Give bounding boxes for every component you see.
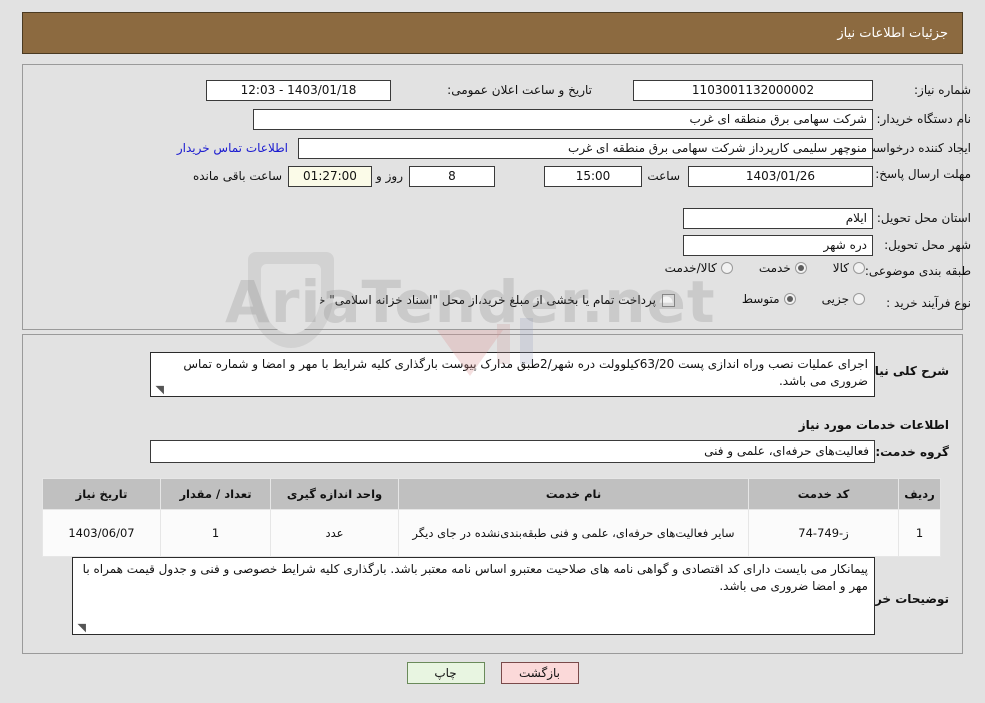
radio-icon[interactable] (853, 262, 865, 274)
process-option-label: متوسط (741, 292, 780, 306)
general-description-value: اجرای عملیات نصب وراه اندازی پست 63/20کی… (183, 357, 868, 388)
process-option-jozi[interactable]: جزیی (822, 292, 865, 306)
service-group-value: فعالیت‌های حرفه‌ای، علمی و فنی (150, 440, 875, 463)
process-option-label: جزیی (821, 292, 849, 306)
need-number-value: 1103001132000002 (633, 80, 873, 101)
col-service-code: کد خدمت (748, 478, 899, 510)
col-row-no: ردیف (898, 478, 941, 510)
cell-row-no: 1 (898, 509, 941, 557)
label-need-number: شماره نیاز: (914, 83, 971, 97)
col-service-name: نام خدمت (398, 478, 749, 510)
process-option-motavaset[interactable]: متوسط (742, 292, 796, 306)
services-section-title: اطلاعات خدمات مورد نیاز (798, 418, 949, 432)
label-category: طبقه بندی موضوعی: (864, 264, 971, 278)
category-option-label: خدمت (758, 261, 791, 275)
action-button-bar: بازگشت چاپ (0, 662, 985, 684)
cell-quantity: 1 (160, 509, 271, 557)
public-announce-value: 12:03 - 1403/01/18 (206, 80, 391, 101)
col-quantity: تعداد / مقدار (160, 478, 271, 510)
services-table: ردیف کد خدمت نام خدمت واحد اندازه گیری ت… (42, 478, 941, 557)
category-option-kala[interactable]: کالا (833, 261, 865, 275)
category-option-label: کالا (832, 261, 849, 275)
buyer-org-value: شرکت سهامی برق منطقه ای غرب (253, 109, 873, 130)
label-city: شهر محل تحویل: (884, 238, 971, 252)
resize-handle-icon[interactable]: ◥ (154, 384, 164, 395)
need-info-panel (22, 64, 963, 330)
label-public-announce: تاریخ و ساعت اعلان عمومی: (447, 83, 592, 97)
category-option-khedmat[interactable]: خدمت (759, 261, 807, 275)
label-service-group: گروه خدمت: (875, 445, 949, 459)
countdown-value: 01:27:00 (288, 166, 372, 187)
page-header: جزئیات اطلاعات نیاز (22, 12, 963, 54)
requester-value: منوچهر سلیمی کارپرداز شرکت سهامی برق منط… (298, 138, 873, 159)
radio-icon[interactable] (853, 293, 865, 305)
treasury-checkbox-row[interactable]: پرداخت تمام یا بخشی از مبلغ خرید،از محل … (273, 293, 675, 307)
cell-unit: عدد (270, 509, 399, 557)
radio-icon[interactable] (720, 262, 733, 274)
cell-service-code: ز-749-74 (748, 509, 899, 557)
col-unit: واحد اندازه گیری (270, 478, 399, 510)
radio-icon[interactable] (783, 293, 796, 305)
city-value: دره شهر (683, 235, 873, 256)
radio-icon[interactable] (794, 262, 807, 274)
label-province: استان محل تحویل: (876, 211, 971, 225)
page-root: جزئیات اطلاعات نیاز شماره نیاز: 11030011… (0, 0, 985, 703)
checkbox-icon[interactable] (662, 293, 675, 307)
back-button[interactable]: بازگشت (500, 662, 579, 684)
label-deadline-hour: ساعت (647, 169, 680, 183)
general-description-text[interactable]: اجرای عملیات نصب وراه اندازی پست 63/20کی… (150, 352, 875, 397)
treasury-checkbox-label: پرداخت تمام یا بخشی از مبلغ خرید،از محل … (273, 293, 656, 307)
col-need-date: تاریخ نیاز (42, 478, 161, 510)
label-process: نوع فرآیند خرید : (886, 296, 971, 310)
buyer-contact-link[interactable]: اطلاعات تماس خریدار (177, 141, 288, 155)
province-value: ایلام (683, 208, 873, 229)
remaining-days-value: 8 (409, 166, 495, 187)
label-buyer-org: نام دستگاه خریدار: (876, 112, 972, 126)
category-option-label: کالا/خدمت (664, 261, 717, 275)
deadline-date-value: 1403/01/26 (688, 166, 873, 187)
category-radio-group: کالا خدمت کالا/خدمت (639, 261, 865, 275)
page-title: جزئیات اطلاعات نیاز (837, 25, 948, 41)
label-days: روز و (376, 169, 403, 183)
resize-handle-icon[interactable]: ◥ (76, 622, 86, 633)
label-general-description: شرح کلی نیاز: (863, 364, 949, 378)
category-option-kala-khedmat[interactable]: کالا/خدمت (665, 261, 733, 275)
buyer-notes-value: پیمانکار می بایست دارای کد اقتصادی و گوا… (82, 562, 868, 593)
deadline-hour-value: 15:00 (544, 166, 642, 187)
buyer-notes-text[interactable]: پیمانکار می بایست دارای کد اقتصادی و گوا… (72, 557, 875, 635)
label-countdown: ساعت باقی مانده (192, 169, 282, 183)
table-header-row: ردیف کد خدمت نام خدمت واحد اندازه گیری ت… (42, 478, 941, 510)
process-radio-group: جزیی متوسط (716, 292, 865, 306)
cell-service-name: سایر فعالیت‌های حرفه‌ای، علمی و فنی طبقه… (398, 509, 749, 557)
print-button[interactable]: چاپ (406, 662, 485, 684)
table-row: 1 ز-749-74 سایر فعالیت‌های حرفه‌ای، علمی… (42, 509, 941, 557)
label-requester: ایجاد کننده درخواست: (860, 141, 971, 155)
cell-need-date: 1403/06/07 (42, 509, 161, 557)
